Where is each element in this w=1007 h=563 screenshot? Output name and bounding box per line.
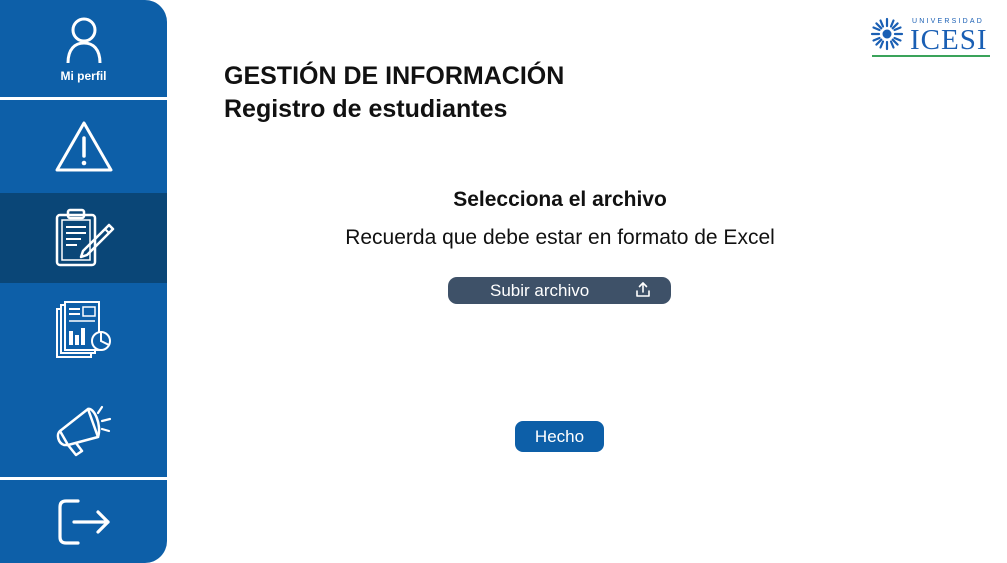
sidebar-item-alerts[interactable] bbox=[0, 100, 167, 193]
logo-mark-icon bbox=[870, 17, 904, 51]
upload-icon bbox=[636, 282, 650, 297]
sidebar-item-reports[interactable] bbox=[0, 283, 167, 380]
page-subtitle: Registro de estudiantes bbox=[224, 95, 508, 123]
sidebar-item-logout[interactable] bbox=[0, 480, 167, 563]
logout-icon bbox=[57, 498, 110, 545]
upload-button-label: Subir archivo bbox=[490, 281, 590, 300]
clipboard-edit-icon bbox=[55, 208, 114, 267]
page-title: GESTIÓN DE INFORMACIÓN bbox=[224, 62, 565, 90]
university-logo: UNIVERSIDAD ICESI bbox=[870, 15, 990, 59]
warning-icon bbox=[55, 121, 112, 171]
sidebar: Mi perfil bbox=[0, 0, 167, 563]
reports-icon bbox=[55, 300, 111, 358]
sidebar-item-announcements[interactable] bbox=[0, 380, 167, 477]
logo-name: ICESI bbox=[910, 24, 988, 56]
sidebar-item-label: Mi perfil bbox=[60, 68, 107, 83]
upload-heading: Selecciona el archivo bbox=[453, 188, 667, 211]
sidebar-item-profile[interactable]: Mi perfil bbox=[0, 0, 167, 97]
done-button[interactable]: Hecho bbox=[515, 421, 604, 452]
upload-description: Recuerda que debe estar en formato de Ex… bbox=[345, 226, 775, 249]
megaphone-icon bbox=[56, 405, 111, 456]
upload-file-button[interactable]: Subir archivo bbox=[448, 277, 671, 304]
sidebar-item-registration[interactable] bbox=[0, 193, 167, 283]
logo-underline bbox=[872, 55, 990, 57]
user-icon bbox=[66, 17, 101, 63]
